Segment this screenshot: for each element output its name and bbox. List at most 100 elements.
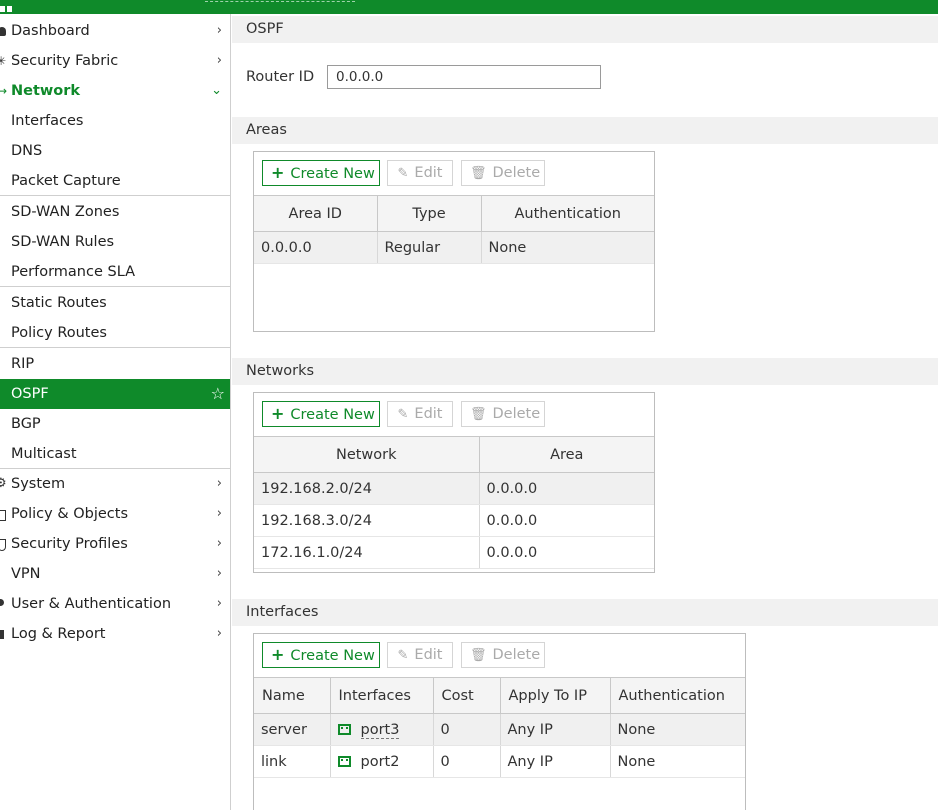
port-label[interactable]: port2 bbox=[361, 754, 400, 770]
area-auth-cell: None bbox=[481, 231, 654, 264]
sidebar-item-performance-sla[interactable]: Performance SLA bbox=[0, 257, 230, 287]
sidebar-item-bgp[interactable]: BGP bbox=[0, 409, 230, 439]
table-row[interactable]: 192.168.3.0/24 0.0.0.0 bbox=[254, 504, 654, 537]
chevron-right-icon: › bbox=[216, 596, 222, 611]
port-link[interactable]: port3 bbox=[360, 721, 400, 739]
sidebar-divider bbox=[0, 286, 230, 287]
shield-icon bbox=[0, 529, 10, 559]
sidebar-item-ospf[interactable]: OSPF ☆ bbox=[0, 379, 230, 409]
networks-create-new-button[interactable]: + Create New bbox=[262, 401, 380, 427]
sidebar-item-sd-wan-rules[interactable]: SD-WAN Rules bbox=[0, 227, 230, 257]
sidebar-item-user-authentication[interactable]: User & Authentication › bbox=[0, 589, 230, 619]
networks-edit-button[interactable]: ✎ Edit bbox=[387, 401, 453, 427]
table-row[interactable]: 172.16.1.0/24 0.0.0.0 bbox=[254, 536, 654, 569]
chevron-right-icon: › bbox=[216, 53, 222, 68]
interface-auth-cell: None bbox=[610, 745, 745, 778]
sidebar-item-vpn[interactable]: VPN › bbox=[0, 559, 230, 589]
top-banner bbox=[0, 0, 938, 14]
networks-panel: + Create New ✎ Edit 🗑 Delete Network Area 1… bbox=[253, 392, 655, 573]
column-header-type[interactable]: Type bbox=[377, 195, 482, 232]
plus-icon: + bbox=[271, 645, 285, 664]
sidebar-item-policy-objects[interactable]: Policy & Objects › bbox=[0, 499, 230, 529]
networks-table: Network Area 192.168.2.0/24 0.0.0.0 192.… bbox=[254, 436, 654, 569]
sidebar-item-label: RIP bbox=[11, 356, 35, 372]
interfaces-panel: + Create New ✎ Edit 🗑 Delete Name Interface… bbox=[253, 633, 746, 810]
chevron-right-icon: › bbox=[216, 476, 222, 491]
areas-edit-button[interactable]: ✎ Edit bbox=[387, 160, 453, 186]
interface-apply-ip-cell: Any IP bbox=[500, 745, 611, 778]
areas-create-new-button[interactable]: + Create New bbox=[262, 160, 380, 186]
sidebar-item-multicast[interactable]: Multicast bbox=[0, 439, 230, 469]
chevron-right-icon: › bbox=[216, 506, 222, 521]
sidebar-item-rip[interactable]: RIP bbox=[0, 349, 230, 379]
delete-label: Delete bbox=[492, 165, 541, 181]
network-cell: 172.16.1.0/24 bbox=[254, 536, 480, 569]
sidebar-item-security-fabric[interactable]: Security Fabric › bbox=[0, 46, 230, 76]
areas-section-header: Areas bbox=[232, 117, 938, 144]
network-cell: 192.168.3.0/24 bbox=[254, 504, 480, 537]
sidebar-item-label: Dashboard bbox=[11, 23, 90, 39]
interfaces-delete-button[interactable]: 🗑 Delete bbox=[461, 642, 545, 668]
table-header-row: Network Area bbox=[254, 436, 654, 473]
page-title: OSPF bbox=[232, 16, 938, 43]
log-icon bbox=[0, 619, 10, 649]
table-row[interactable]: link port2 0 Any IP None bbox=[254, 745, 745, 778]
table-row[interactable]: 0.0.0.0 Regular None bbox=[254, 231, 654, 264]
delete-label: Delete bbox=[492, 647, 541, 663]
interface-port-cell: port2 bbox=[330, 745, 434, 778]
column-header-authentication[interactable]: Authentication bbox=[610, 677, 745, 714]
sidebar-item-static-routes[interactable]: Static Routes bbox=[0, 288, 230, 318]
table-row[interactable]: 192.168.2.0/24 0.0.0.0 bbox=[254, 472, 654, 505]
interfaces-section-header: Interfaces bbox=[232, 599, 938, 626]
interfaces-edit-button[interactable]: ✎ Edit bbox=[387, 642, 453, 668]
global-search-field[interactable] bbox=[205, 1, 355, 2]
column-header-authentication[interactable]: Authentication bbox=[481, 195, 654, 232]
sidebar-item-label: Packet Capture bbox=[11, 173, 121, 189]
column-header-network[interactable]: Network bbox=[254, 436, 480, 473]
sidebar-item-label: DNS bbox=[11, 143, 43, 159]
sidebar-item-label: OSPF bbox=[11, 386, 49, 402]
column-header-area-id[interactable]: Area ID bbox=[254, 195, 378, 232]
column-header-name[interactable]: Name bbox=[254, 677, 331, 714]
sidebar-item-label: Multicast bbox=[11, 446, 77, 462]
sidebar-item-network[interactable]: Network ⌄ bbox=[0, 76, 230, 106]
sidebar-item-security-profiles[interactable]: Security Profiles › bbox=[0, 529, 230, 559]
column-header-cost[interactable]: Cost bbox=[433, 677, 501, 714]
edit-label: Edit bbox=[414, 647, 443, 663]
interface-name-cell: server bbox=[254, 713, 331, 746]
create-new-label: Create New bbox=[290, 407, 375, 423]
port-icon bbox=[337, 755, 351, 767]
column-header-apply-to-ip[interactable]: Apply To IP bbox=[500, 677, 611, 714]
sidebar-item-packet-capture[interactable]: Packet Capture bbox=[0, 166, 230, 196]
interface-cost-cell: 0 bbox=[433, 713, 501, 746]
area-type-cell: Regular bbox=[377, 231, 482, 264]
sidebar-item-interfaces[interactable]: Interfaces bbox=[0, 106, 230, 136]
networks-delete-button[interactable]: 🗑 Delete bbox=[461, 401, 545, 427]
sidebar-item-dashboard[interactable]: Dashboard › bbox=[0, 16, 230, 46]
sidebar-item-system[interactable]: System › bbox=[0, 469, 230, 499]
sidebar-item-dns[interactable]: DNS bbox=[0, 136, 230, 166]
interfaces-create-new-button[interactable]: + Create New bbox=[262, 642, 380, 668]
column-header-area[interactable]: Area bbox=[479, 436, 654, 473]
network-icon bbox=[0, 76, 10, 106]
pencil-icon: ✎ bbox=[397, 407, 409, 422]
trash-icon: 🗑 bbox=[470, 407, 487, 422]
pencil-icon: ✎ bbox=[397, 166, 409, 181]
sidebar-item-label: Policy Routes bbox=[11, 325, 107, 341]
sidebar-item-label: Security Profiles bbox=[11, 536, 128, 552]
areas-delete-button[interactable]: 🗑 Delete bbox=[461, 160, 545, 186]
table-row[interactable]: server port3 0 Any IP None bbox=[254, 713, 745, 746]
favorite-star-icon[interactable]: ☆ bbox=[211, 379, 225, 409]
port-icon bbox=[337, 723, 351, 735]
column-header-interfaces[interactable]: Interfaces bbox=[330, 677, 434, 714]
sidebar-item-sd-wan-zones[interactable]: SD-WAN Zones bbox=[0, 197, 230, 227]
interface-apply-ip-cell: Any IP bbox=[500, 713, 611, 746]
router-id-input[interactable] bbox=[327, 65, 601, 89]
edit-label: Edit bbox=[414, 165, 443, 181]
sidebar-item-log-report[interactable]: Log & Report › bbox=[0, 619, 230, 649]
sidebar-item-policy-routes[interactable]: Policy Routes bbox=[0, 318, 230, 348]
sidebar-item-label: SD-WAN Rules bbox=[11, 234, 115, 250]
policy-icon bbox=[0, 499, 10, 529]
chevron-down-icon: ⌄ bbox=[211, 83, 222, 98]
interface-name-cell: link bbox=[254, 745, 331, 778]
